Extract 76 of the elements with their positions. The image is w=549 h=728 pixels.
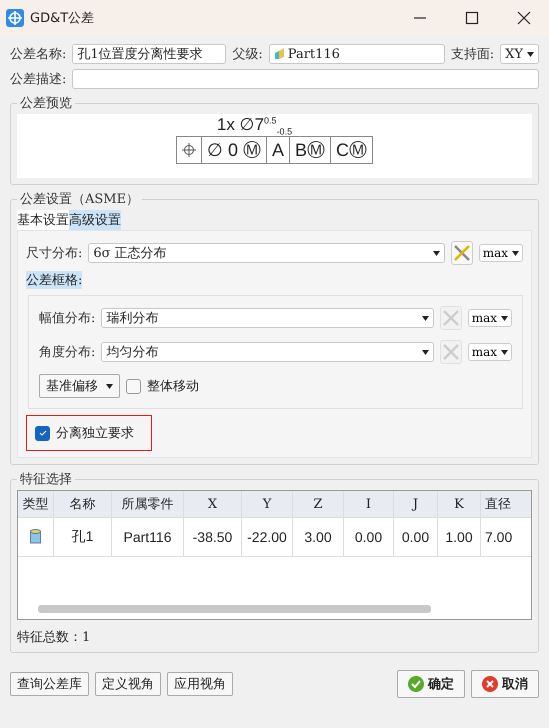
checkbox-label: 分离独立要求 [56,425,134,442]
field-label: 父级: [232,46,263,63]
checkbox[interactable] [126,378,141,394]
datum-offset-button[interactable]: 基准偏移 [39,374,120,398]
tab[interactable]: 高级设置 [69,210,121,230]
maximize-icon[interactable] [465,11,479,25]
group-title: 特征选择 [19,471,73,488]
cross-icon [482,676,498,692]
caret-icon [501,350,508,354]
plane-dropdown[interactable]: XY [500,44,539,64]
table-cell: 孔1 [54,518,112,556]
caret-icon [432,250,440,256]
section-label: 公差框格: [26,271,82,289]
distribution-dropdown[interactable]: 均匀分布 [101,342,434,362]
group-title: 公差预览 [19,95,73,112]
checkbox[interactable] [35,426,50,440]
frame-cell-text: BⓂ [289,137,330,164]
mode-dropdown[interactable]: max [468,309,512,327]
table-cell-text: 7.00 [484,528,514,547]
position-symbol-icon [182,143,196,158]
check-icon [408,676,424,692]
field-label: 尺寸分布: [26,245,82,262]
horizontal-scrollbar[interactable] [38,605,431,613]
column-header: I [344,491,394,517]
checkbox-label: 整体移动 [147,378,199,395]
name-field[interactable]: 孔1位置度分离性要求 [72,44,226,64]
caret-icon [422,350,429,354]
column-header: 直径 [484,496,512,514]
table-cell: 0.00 [394,518,438,556]
action-button[interactable]: 查询公差库 [10,672,89,696]
column-header: 类型 [18,491,54,517]
action-button[interactable]: 定义视角 [95,672,161,696]
column-header: J [394,491,438,517]
column-header: X [184,491,242,517]
distribution-dropdown[interactable]: 6σ 正态分布 [88,243,445,263]
part-icon [274,48,285,60]
caret-icon [512,250,519,256]
field-label: 公差名称: [10,46,66,63]
caret-icon [527,52,534,56]
table-cell: Part116 [112,518,184,556]
column-header: K [438,491,481,517]
tools-button[interactable] [450,241,473,265]
action-button[interactable]: 应用视角 [167,672,233,696]
field-label: 角度分布: [39,344,96,361]
column-header: 所属零件 [112,491,184,517]
tab[interactable]: 基本设置 [17,210,69,230]
cancel-button[interactable]: 取消 [471,670,539,698]
caret-icon [106,384,113,388]
table-cell: -22.00 [242,518,293,556]
close-icon[interactable] [517,11,531,25]
parent-field[interactable]: Part116 [268,44,445,64]
table-cell: -38.50 [184,518,242,556]
table-cell: 1.00 [438,518,481,556]
mode-dropdown[interactable]: max [468,343,512,361]
distribution-dropdown[interactable]: 瑞利分布 [101,308,434,328]
table-cell: 0.00 [344,518,394,556]
caret-icon [422,316,429,320]
feature-count: 特征总数：1 [17,629,92,646]
group-title: 公差设置（ASME） [19,191,140,208]
field-label: 公差描述: [10,71,66,88]
table-cell: 3.00 [293,518,344,556]
frame-cell-text: ∅ 0 Ⓜ [200,137,266,164]
frame-cell-text: A [266,137,289,164]
app-logo-icon [6,9,24,27]
column-header: Z [293,491,344,517]
description-field[interactable] [72,69,539,89]
field-label: 支持面: [450,46,494,63]
frame-cell-text: CⓂ [330,137,372,164]
window-title: GD&T公差 [30,10,94,27]
caret-icon [501,316,508,320]
mode-dropdown[interactable]: max [478,244,523,262]
cylinder-icon [30,529,41,545]
ok-button[interactable]: 确定 [397,670,465,698]
column-header: Y [242,491,293,517]
column-header: 名称 [54,491,112,517]
field-label: 幅值分布: [39,310,96,327]
